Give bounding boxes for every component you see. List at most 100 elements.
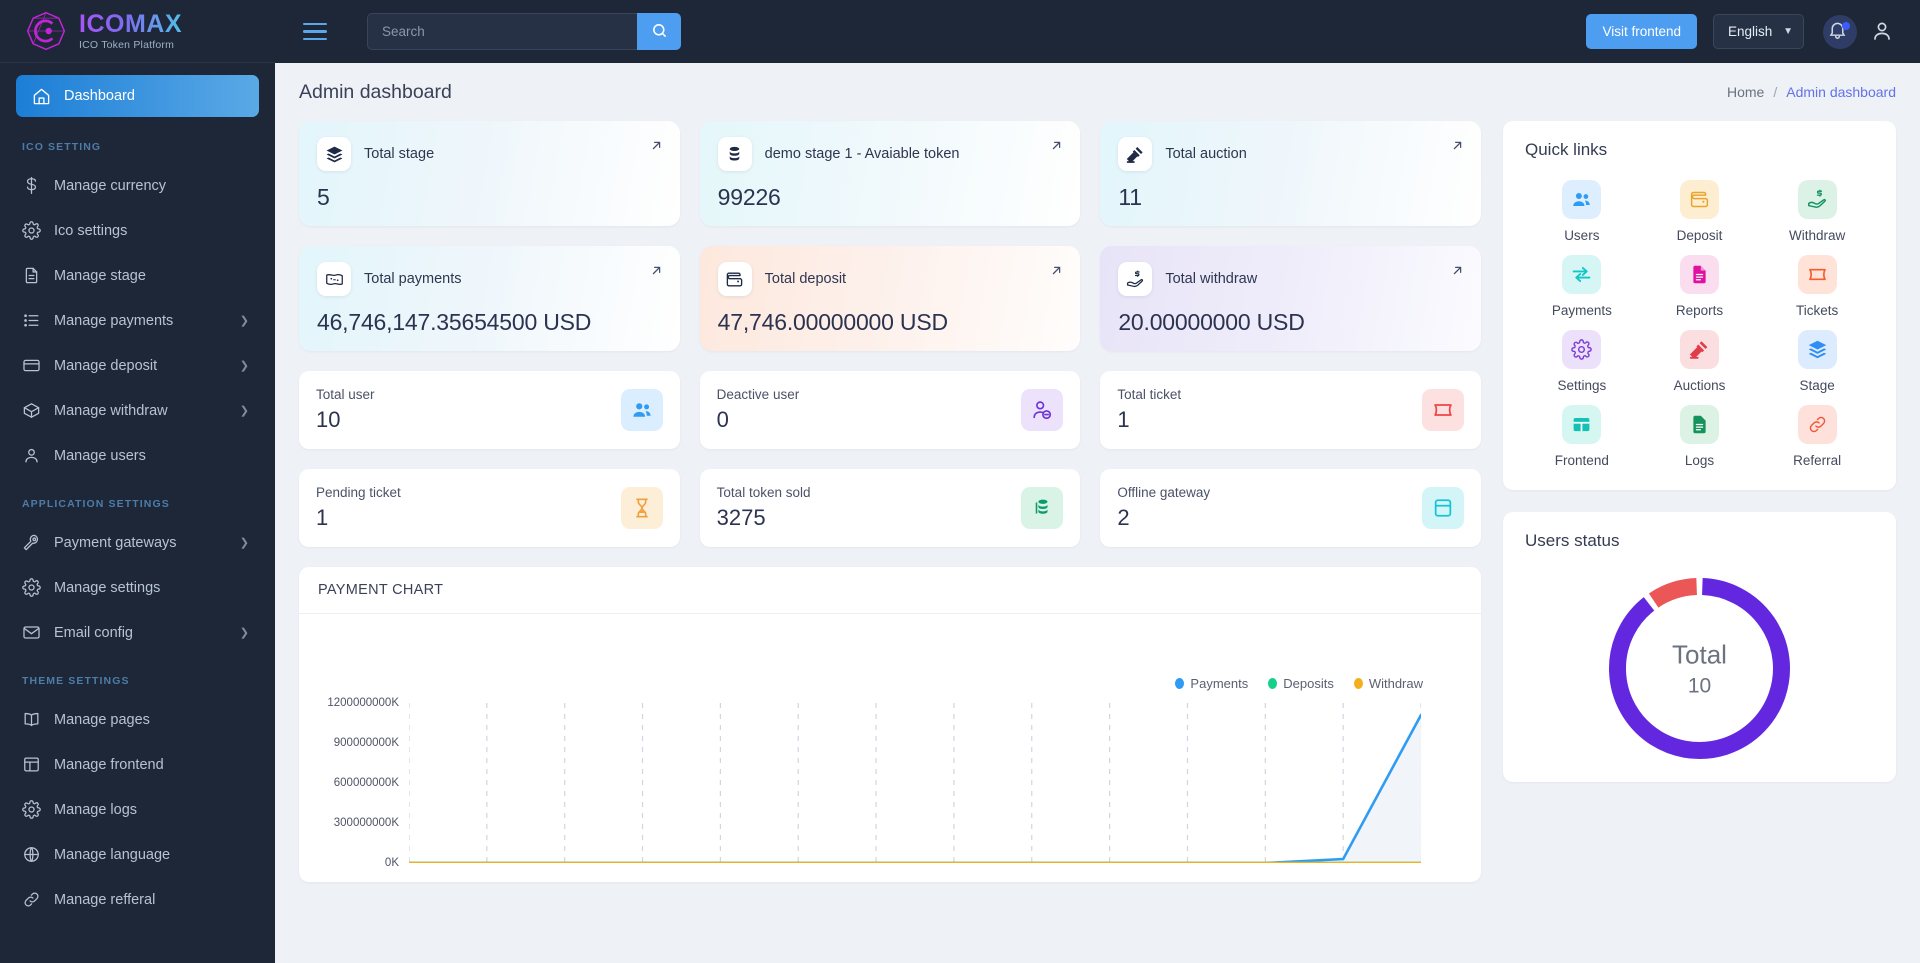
stat-card-label: Total stage — [364, 146, 435, 162]
quick-link-label: Tickets — [1796, 303, 1839, 318]
stat-card[interactable]: Total deposit 47,746.00000000 USD — [699, 246, 1081, 351]
globe-icon — [22, 845, 41, 864]
chart-y-axis: 1200000000K 900000000K 600000000K 300000000… — [317, 697, 405, 869]
arrow-up-right-icon[interactable] — [1450, 263, 1465, 283]
stat-card-label: Total deposit — [764, 271, 847, 287]
quick-link-reports[interactable]: Reports — [1641, 255, 1759, 318]
list-icon — [22, 311, 41, 330]
page-header: Admin dashboard Home / Admin dashboard — [299, 63, 1896, 121]
quick-link-tickets[interactable]: Tickets — [1758, 255, 1876, 318]
metric-card[interactable]: Total ticket 1 — [1100, 371, 1482, 449]
visit-frontend-button[interactable]: Visit frontend — [1586, 14, 1697, 49]
quick-link-auctions[interactable]: Auctions — [1641, 330, 1759, 393]
search-input[interactable] — [367, 13, 637, 50]
quick-link-users[interactable]: Users — [1523, 180, 1641, 243]
arrow-up-right-icon[interactable] — [1450, 138, 1465, 158]
metric-card-value: 1 — [316, 505, 329, 530]
users-status-title: Users status — [1525, 531, 1620, 550]
sidebar-item-manage-pages[interactable]: Manage pages — [16, 697, 259, 742]
stat-card[interactable]: Total withdraw 20.00000000 USD — [1100, 246, 1482, 351]
sidebar-item-email-config[interactable]: Email config ❯ — [16, 610, 259, 655]
sidebar-item-label: Manage language — [54, 846, 171, 863]
quick-link-settings[interactable]: Settings — [1523, 330, 1641, 393]
sidebar-item-manage-stage[interactable]: Manage stage — [16, 253, 259, 298]
gradient-stats-row-1: Total stage 5 demo stage 1 - Avaiable toke… — [299, 121, 1482, 226]
quick-link-withdraw[interactable]: Withdraw — [1758, 180, 1876, 243]
sidebar-item-manage-refferal[interactable]: Manage refferal — [16, 877, 259, 922]
document-icon — [22, 266, 41, 285]
gradient-stats-row-2: Total payments 46,746,147.35654500 USD Tot… — [299, 246, 1482, 351]
quick-link-frontend[interactable]: Frontend — [1523, 405, 1641, 468]
stat-card[interactable]: Total auction 11 — [1100, 121, 1482, 226]
brand-logo-area[interactable]: ICOMAX ICO Token Platform — [0, 0, 275, 63]
breadcrumb-home[interactable]: Home — [1727, 84, 1764, 100]
quick-link-deposit[interactable]: Deposit — [1641, 180, 1759, 243]
sidebar-item-manage-logs[interactable]: Manage logs — [16, 787, 259, 832]
quick-link-referral[interactable]: Referral — [1758, 405, 1876, 468]
stat-card[interactable]: Total payments 46,746,147.35654500 USD — [299, 246, 680, 351]
search-icon — [651, 22, 668, 42]
language-select[interactable]: English — [1713, 14, 1804, 49]
quick-link-stage[interactable]: Stage — [1758, 330, 1876, 393]
legend-label: Payments — [1190, 676, 1249, 691]
sidebar-item-manage-settings[interactable]: Manage settings — [16, 565, 259, 610]
notification-dot — [1842, 21, 1850, 30]
sidebar-item-manage-withdraw[interactable]: Manage withdraw ❯ — [16, 388, 259, 433]
sidebar-item-manage-users[interactable]: Manage users — [16, 433, 259, 478]
metric-card[interactable]: Total user 10 — [299, 371, 680, 449]
stat-card-label: demo stage 1 - Avaiable token — [764, 146, 960, 162]
sidebar-item-payment-gateways[interactable]: Payment gateways ❯ — [16, 520, 259, 565]
book-icon — [22, 710, 41, 729]
chevron-right-icon: ❯ — [239, 315, 249, 327]
sidebar-item-manage-deposit[interactable]: Manage deposit ❯ — [16, 343, 259, 388]
sidebar-item-manage-language[interactable]: Manage language — [16, 832, 259, 877]
quick-link-payments[interactable]: Payments — [1523, 255, 1641, 318]
breadcrumb-separator: / — [1773, 84, 1778, 100]
sidebar-item-label: Manage stage — [54, 267, 146, 284]
sidebar-section-title: APPLICATION SETTINGS — [22, 498, 170, 510]
legend-item[interactable]: Deposits — [1268, 676, 1334, 691]
layout-icon — [22, 755, 41, 774]
notifications-button[interactable] — [1820, 14, 1857, 49]
gear-icon — [22, 800, 41, 819]
stat-card[interactable]: demo stage 1 - Avaiable token 99226 — [699, 121, 1081, 226]
metric-card[interactable]: Offline gateway 2 — [1100, 469, 1482, 547]
sidebar-item-manage-frontend[interactable]: Manage frontend — [16, 742, 259, 787]
gear-icon — [22, 221, 41, 240]
sidebar-item-dashboard[interactable]: Dashboard — [16, 75, 259, 117]
legend-item[interactable]: Withdraw — [1353, 676, 1423, 691]
quick-link-logs[interactable]: Logs — [1641, 405, 1759, 468]
metric-card[interactable]: Pending ticket 1 — [299, 469, 680, 547]
metric-card-value: 3275 — [716, 505, 766, 530]
metric-card[interactable]: Deactive user 0 — [699, 371, 1081, 449]
brand-tagline: ICO Token Platform — [79, 38, 175, 51]
user-minus-icon — [1021, 389, 1064, 431]
arrow-up-right-icon[interactable] — [1049, 138, 1064, 158]
users-status-panel: Users status Total 10 — [1503, 512, 1896, 782]
arrow-up-right-icon[interactable] — [649, 138, 664, 158]
stat-card-header: demo stage 1 - Avaiable token — [717, 137, 1063, 171]
search-button[interactable] — [637, 13, 681, 50]
sidebar-toggle-button[interactable] — [303, 22, 327, 41]
search-bar — [367, 13, 681, 50]
sidebar-item-manage-currency[interactable]: Manage currency — [16, 163, 259, 208]
sidebar-item-manage-payments[interactable]: Manage payments ❯ — [16, 298, 259, 343]
quick-link-label: Logs — [1684, 453, 1715, 468]
dashboard-main-column: Total stage 5 demo stage 1 - Avaiable toke… — [299, 121, 1482, 882]
layers-icon — [317, 137, 351, 171]
grid-icon — [1562, 405, 1602, 444]
language-selector[interactable]: English ▼ — [1713, 14, 1804, 49]
arrow-up-right-icon[interactable] — [649, 263, 664, 283]
layers-icon — [1797, 330, 1837, 369]
sidebar-item-label: Manage currency — [54, 177, 167, 194]
legend-item[interactable]: Payments — [1175, 676, 1248, 691]
stat-card-header: Total deposit — [717, 262, 1063, 296]
metric-card-value: 1 — [1117, 407, 1130, 432]
stat-card[interactable]: Total stage 5 — [299, 121, 680, 226]
profile-button[interactable] — [1870, 19, 1896, 45]
metric-card[interactable]: Total token sold 3275 — [699, 469, 1081, 547]
metric-card-label: Total user — [316, 387, 375, 402]
sidebar-item-ico-settings[interactable]: Ico settings — [16, 208, 259, 253]
metric-card-label: Pending ticket — [316, 485, 401, 500]
arrow-up-right-icon[interactable] — [1049, 263, 1064, 283]
